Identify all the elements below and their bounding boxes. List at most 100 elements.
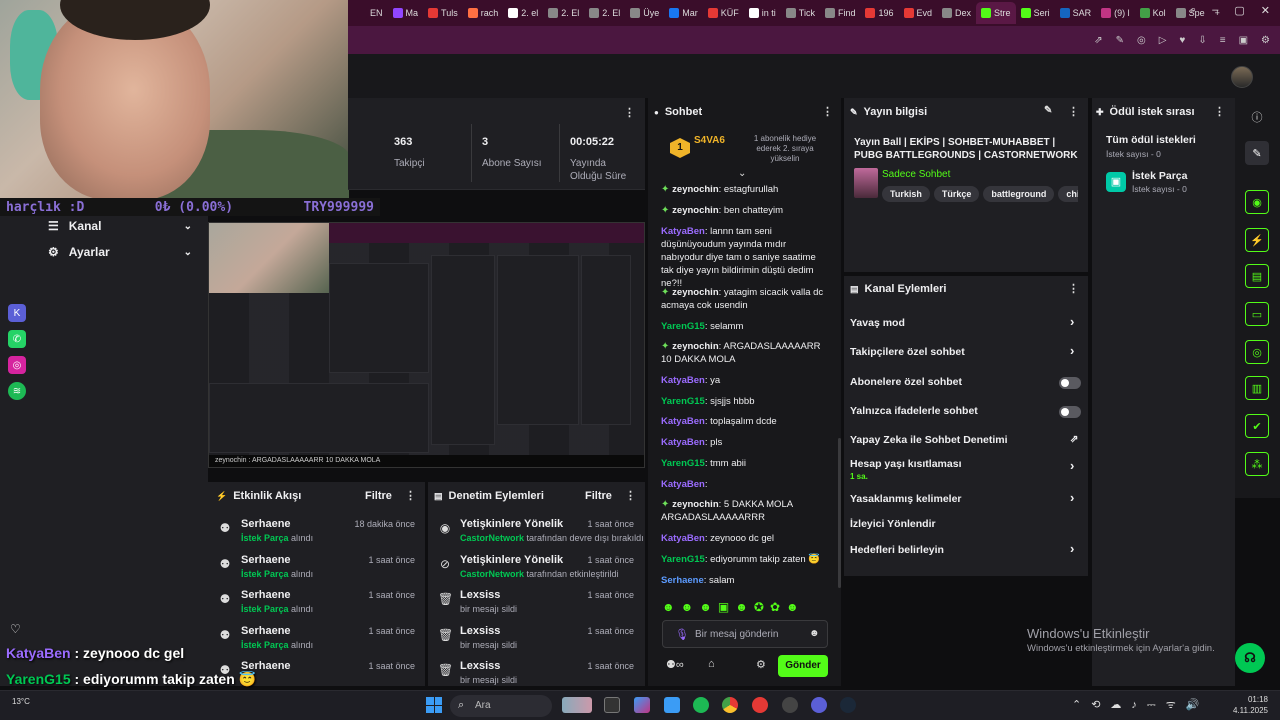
nodes-icon[interactable]: ⁂ [1245,452,1269,476]
chat-username[interactable]: YarenG15 [661,554,705,565]
chat-username[interactable]: Serhaene [661,575,704,586]
copilot-icon[interactable] [634,697,650,713]
toolbar-icon[interactable]: ⚙ [1261,35,1270,46]
channel-action-item[interactable]: Yavaş mod [850,317,1080,329]
edit-icon[interactable]: ✎ [1044,105,1052,116]
chat-icon[interactable]: ▭ [1245,302,1269,326]
browser-tab[interactable]: Evd [899,2,938,24]
support-chat-icon[interactable]: ☊ [1235,643,1265,673]
chat-username[interactable]: YarenG15 [661,396,705,407]
sidebar-item-ayarlar[interactable]: ⚙ Ayarlar ⌄ [48,245,198,259]
whatsapp-icon[interactable]: ✆ [8,330,26,348]
browser-tab[interactable]: Stre [976,2,1016,24]
chat-username[interactable]: KatyaBen [661,533,705,544]
kick-icon[interactable]: K [8,304,26,322]
browser-tab[interactable]: (9) l [1096,2,1135,24]
more-options-icon[interactable]: ⋮ [1068,105,1079,118]
chat-input[interactable]: 🎙 Bir mesaj gönderin ☻ [662,620,828,648]
instagram-icon[interactable]: ◎ [8,356,26,374]
users-icon[interactable]: ⚉∞ [666,658,684,671]
close-icon[interactable]: ✕ [1261,4,1270,22]
system-tray[interactable]: ⌃⟲☁♪⎓ᯤ🔊 [1072,697,1209,712]
emote-icon[interactable]: ▣ [718,600,729,614]
chrome-icon[interactable] [722,697,738,713]
chat-username[interactable]: KatyaBen [661,437,705,448]
moderation-actor[interactable]: CastorNetwork [460,569,527,579]
emote-icon[interactable]: ☻ [786,600,799,614]
browser-tab[interactable]: Mar [664,2,703,24]
channel-action-item[interactable]: Yalnızca ifadelerle sohbet [850,405,1080,417]
chat-username[interactable]: YarenG15 [661,458,705,469]
chat-username[interactable]: KatyaBen [661,479,705,490]
category-name[interactable]: Sadece Sohbet [882,169,950,180]
chat-username[interactable]: YarenG15 [661,321,705,332]
browser-tab[interactable]: Tick [781,2,820,24]
heart-icon[interactable]: ♡ [10,622,21,636]
channel-action-item[interactable]: Hedefleri belirleyin [850,544,1080,556]
chat-username[interactable]: zeynochin [672,205,718,216]
browser-tab[interactable]: EN [352,2,388,24]
toolbar-icon[interactable]: ◎ [1137,35,1146,46]
emote-icon[interactable]: ✿ [770,600,780,614]
opera-icon[interactable] [752,697,768,713]
moderation-action[interactable]: Lexsiss [460,625,517,637]
chat-username[interactable]: zeynochin [672,341,718,352]
app-icon[interactable] [782,697,798,713]
clock[interactable]: 01:18 4.11.2025 [1220,694,1268,716]
sidebar-item-kanal[interactable]: ☰ Kanal ⌄ [48,219,198,233]
more-options-icon[interactable]: ⋮ [405,489,416,502]
chat-username[interactable]: zeynochin [672,287,718,298]
camera-icon[interactable]: ◉ [1245,190,1269,214]
channel-action-item[interactable]: İzleyici Yönlendir [850,518,1080,530]
emoji-icon[interactable]: ☻ [809,628,820,639]
browser-tab[interactable]: rach [463,2,504,24]
reward-item-title[interactable]: İstek Parça [1132,170,1187,182]
browser-tab[interactable]: 196 [860,2,898,24]
stream-preview[interactable]: zeynochin : ARGADASLAAAAARR 10 DAKKA MOL… [208,222,645,468]
browser-tab[interactable]: Ma [388,2,424,24]
activity-user[interactable]: Serhaene [241,554,313,566]
info-icon[interactable]: ⓘ [1245,105,1269,129]
browser-tab[interactable]: Find [820,2,861,24]
more-options-icon[interactable]: ⋮ [1068,282,1079,295]
toolbar-icon[interactable]: ≡ [1220,35,1226,46]
tag-pill[interactable]: Türkçe [933,186,980,202]
collapse-icon[interactable]: ⌄ [738,168,746,179]
chat-username[interactable]: zeynochin [672,184,718,195]
wrench-icon[interactable]: ✔ [1245,414,1269,438]
tag-pill[interactable]: Turkish [882,186,930,202]
tag-pill[interactable]: battleground [983,186,1055,202]
document-icon[interactable]: ▤ [1245,264,1269,288]
tag-pill[interactable]: chill [1058,186,1078,202]
steam-icon[interactable] [840,697,856,713]
browser-tab[interactable]: Seri [1016,2,1055,24]
moderation-action[interactable]: Lexsiss [460,589,517,601]
emote-icon[interactable]: ✪ [754,600,764,614]
emote-icon[interactable]: ☻ [699,600,712,614]
spotify-icon[interactable]: ≋ [8,382,26,400]
store-icon[interactable]: ⌂ [708,658,715,670]
toolbar-icon[interactable]: ✎ [1116,35,1124,46]
chat-username[interactable]: KatyaBen [661,226,705,237]
channel-action-item[interactable]: Hesap yaşı kısıtlaması 1 sa. [850,458,1080,481]
search-icon[interactable]: ⌕ [1190,4,1196,22]
toolbar-icon[interactable]: ▷ [1159,35,1167,46]
toolbar-icon[interactable]: ⇗ [1094,35,1102,46]
browser-tab[interactable]: Üye [625,2,664,24]
activity-user[interactable]: Serhaene [241,625,313,637]
toolbar-icon[interactable]: ♥ [1179,35,1185,46]
emote-icon[interactable]: ☻ [681,600,694,614]
obs-icon[interactable] [811,697,827,713]
emote-icon[interactable]: ☻ [662,600,675,614]
gear-icon[interactable]: ⚙ [756,658,766,671]
store-icon[interactable] [664,697,680,713]
broadcast-icon[interactable]: ◎ [1245,340,1269,364]
toggle-switch[interactable] [1059,377,1081,389]
moderation-actor[interactable]: CastorNetwork [460,533,527,543]
avatar[interactable] [1231,66,1253,88]
chat-username[interactable]: KatyaBen [661,416,705,427]
more-options-icon[interactable]: ⋮ [1214,105,1225,118]
browser-tab[interactable]: SAR [1055,2,1097,24]
weather-widget[interactable]: 13°C [12,697,30,706]
browser-tab[interactable]: Tuls [423,2,463,24]
